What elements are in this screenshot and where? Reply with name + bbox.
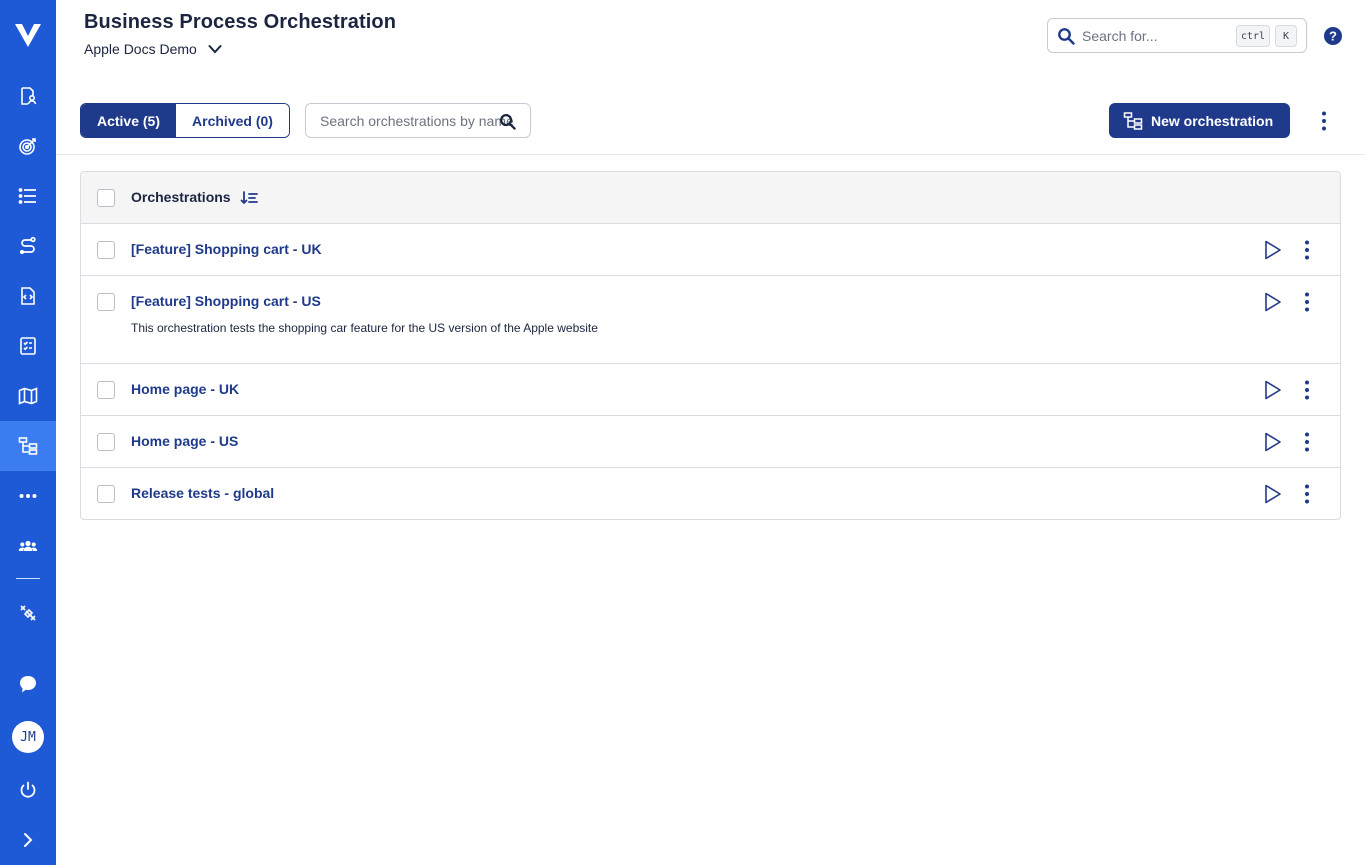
play-icon[interactable]	[1261, 379, 1283, 401]
play-icon[interactable]	[1261, 291, 1283, 313]
shortcut-k-key: K	[1275, 25, 1297, 47]
checklist-icon	[20, 337, 36, 355]
table-header: Orchestrations	[81, 172, 1340, 224]
sidebar-item-map[interactable]	[0, 371, 56, 421]
orchestration-description: This orchestration tests the shopping ca…	[131, 321, 598, 335]
requirements-icon	[21, 87, 37, 105]
sidebar-item-checklist[interactable]	[0, 321, 56, 371]
map-icon	[18, 387, 38, 405]
row-checkbox[interactable]	[97, 381, 115, 399]
more-options-icon[interactable]	[1297, 379, 1317, 401]
row-checkbox[interactable]	[97, 485, 115, 503]
global-search-input[interactable]: Search for... ctrl K	[1047, 18, 1307, 53]
sidebar-item-team[interactable]	[0, 521, 56, 571]
power-icon	[20, 781, 36, 798]
new-orchestration-button[interactable]: New orchestration	[1109, 103, 1290, 138]
tab-archived[interactable]: Archived (0)	[176, 104, 289, 137]
row-checkbox[interactable]	[97, 433, 115, 451]
play-icon[interactable]	[1261, 483, 1283, 505]
orchestration-icon	[18, 437, 38, 455]
search-icon[interactable]	[499, 113, 516, 130]
sidebar-item-requirements[interactable]	[0, 71, 56, 121]
project-name: Apple Docs Demo	[84, 41, 197, 57]
user-avatar[interactable]: JM	[12, 721, 44, 753]
sidebar-item-orchestration[interactable]	[0, 421, 56, 471]
status-filter-tabs: Active (5) Archived (0)	[80, 103, 290, 138]
chevron-right-icon	[24, 833, 33, 847]
more-options-icon[interactable]	[1297, 239, 1317, 261]
sidebar-item-satellite[interactable]	[0, 588, 56, 638]
sidebar-item-list[interactable]	[0, 171, 56, 221]
orchestration-name-link[interactable]: [Feature] Shopping cart - UK	[131, 241, 322, 257]
sidebar-item-code[interactable]	[0, 271, 56, 321]
team-icon	[18, 540, 38, 551]
project-selector[interactable]: Apple Docs Demo	[84, 39, 223, 59]
table-row[interactable]: Home page - UK	[81, 364, 1340, 416]
row-checkbox[interactable]	[97, 241, 115, 259]
table-row[interactable]: [Feature] Shopping cart - UK	[81, 224, 1340, 276]
svg-text:?: ?	[1329, 29, 1337, 44]
chat-icon	[20, 676, 36, 693]
sidebar-item-logout[interactable]	[0, 765, 56, 815]
target-icon	[19, 138, 36, 155]
orchestration-name-link[interactable]: [Feature] Shopping cart - US	[131, 293, 321, 309]
more-options-icon[interactable]	[1314, 110, 1334, 132]
sidebar-divider	[16, 578, 40, 579]
page-title: Business Process Orchestration	[84, 11, 397, 33]
orchestrations-table: Orchestrations [Feature] Shopping cart -…	[80, 171, 1341, 520]
select-all-checkbox[interactable]	[97, 189, 115, 207]
tab-active[interactable]: Active (5)	[81, 104, 176, 137]
more-options-icon[interactable]	[1297, 291, 1317, 313]
sidebar-item-target[interactable]	[0, 121, 56, 171]
orchestration-name-link[interactable]: Home page - UK	[131, 381, 239, 397]
app-logo-icon[interactable]	[14, 22, 42, 48]
search-icon	[1058, 27, 1075, 45]
route-icon	[19, 236, 36, 255]
sidebar-expand-toggle[interactable]	[0, 815, 56, 865]
chevron-down-icon	[208, 45, 222, 54]
more-icon	[19, 494, 37, 498]
sidebar-item-more[interactable]	[0, 471, 56, 521]
orchestration-name-link[interactable]: Release tests - global	[131, 485, 274, 501]
orchestration-search-placeholder: Search orchestrations by name	[320, 112, 514, 129]
sidebar: JM	[0, 0, 56, 865]
play-icon[interactable]	[1261, 431, 1283, 453]
play-icon[interactable]	[1261, 239, 1283, 261]
row-checkbox[interactable]	[97, 293, 115, 311]
shortcut-ctrl-key: ctrl	[1236, 25, 1270, 47]
satellite-icon	[20, 605, 36, 621]
orchestration-icon	[1123, 111, 1143, 130]
list-icon	[18, 188, 36, 204]
table-row[interactable]: Home page - US	[81, 416, 1340, 468]
table-row[interactable]: [Feature] Shopping cart - US This orches…	[81, 276, 1340, 364]
new-orchestration-label: New orchestration	[1151, 112, 1274, 129]
orchestration-search-input[interactable]: Search orchestrations by name	[305, 103, 531, 138]
sidebar-item-chat[interactable]	[0, 659, 56, 709]
column-header-orchestrations: Orchestrations	[131, 189, 231, 205]
header-divider	[56, 154, 1365, 155]
more-options-icon[interactable]	[1297, 431, 1317, 453]
code-file-icon	[21, 287, 35, 305]
orchestration-name-link[interactable]: Home page - US	[131, 433, 238, 449]
table-row[interactable]: Release tests - global	[81, 468, 1340, 519]
help-icon[interactable]: ?	[1323, 26, 1343, 46]
sidebar-item-route[interactable]	[0, 221, 56, 271]
more-options-icon[interactable]	[1297, 483, 1317, 505]
global-search-placeholder: Search for...	[1082, 27, 1158, 44]
sort-icon[interactable]	[240, 190, 258, 206]
